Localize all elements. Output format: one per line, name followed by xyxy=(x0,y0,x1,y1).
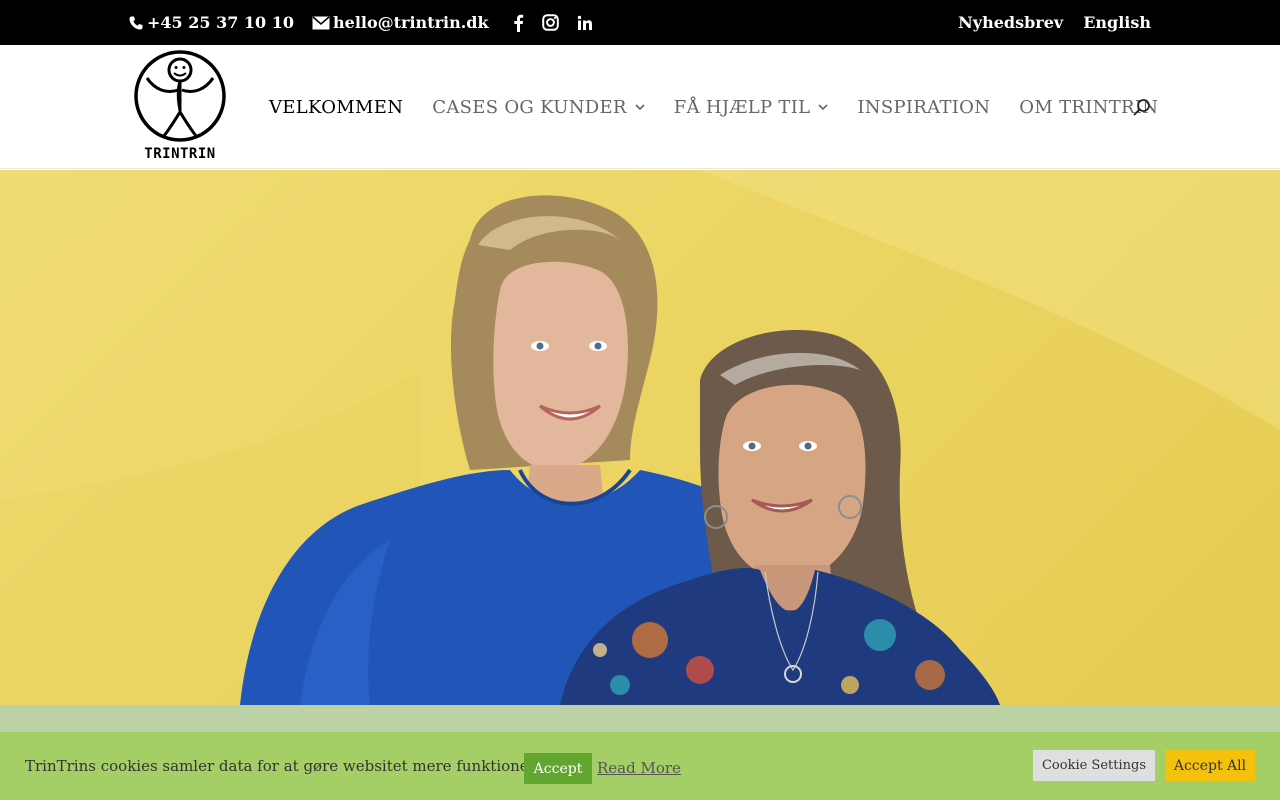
cookie-consent-bar: TrinTrins cookies samler data for at gør… xyxy=(0,732,1280,800)
phone-number: +45 25 37 10 10 xyxy=(147,13,295,32)
site-header: TRINTRIN VELKOMMEN CASES OG KUNDER FÅ HJ… xyxy=(0,45,1280,169)
contact-info: +45 25 37 10 10 hello@trintrin.dk xyxy=(128,0,593,45)
nav-item-cases-og-kunder[interactable]: CASES OG KUNDER xyxy=(432,97,645,118)
newsletter-link[interactable]: Nyhedsbrev xyxy=(958,13,1063,32)
top-bar-links: Nyhedsbrev English xyxy=(958,0,1151,45)
language-switch-link[interactable]: English xyxy=(1083,13,1151,32)
chevron-down-icon xyxy=(635,103,645,111)
top-bar: +45 25 37 10 10 hello@trintrin.dk Nyheds… xyxy=(0,0,1280,45)
content-strip xyxy=(0,705,1280,732)
stick-figure-logo-icon xyxy=(134,50,226,142)
hero-photo-illustration xyxy=(0,170,1280,705)
nav-item-label: CASES OG KUNDER xyxy=(432,96,627,118)
cookie-accept-all-button[interactable]: Accept All xyxy=(1165,750,1255,781)
cookie-read-more-link[interactable]: Read More xyxy=(597,732,681,800)
nav-item-label: FÅ HJÆLP TIL xyxy=(673,96,811,118)
nav-item-inspiration[interactable]: INSPIRATION xyxy=(857,97,990,118)
nav-item-velkommen[interactable]: VELKOMMEN xyxy=(269,97,403,118)
linkedin-icon[interactable] xyxy=(577,15,593,31)
cookie-message: TrinTrins cookies samler data for at gør… xyxy=(25,757,545,775)
main-navigation: VELKOMMEN CASES OG KUNDER FÅ HJÆLP TIL I… xyxy=(269,45,1187,169)
site-logo[interactable]: TRINTRIN xyxy=(133,50,227,164)
logo-wordmark: TRINTRIN xyxy=(144,146,216,162)
phone-icon xyxy=(129,16,143,29)
chevron-down-icon xyxy=(818,103,828,111)
envelope-icon xyxy=(312,15,330,29)
social-links xyxy=(513,14,593,32)
email-link[interactable]: hello@trintrin.dk xyxy=(312,13,489,32)
nav-item-label: INSPIRATION xyxy=(857,96,991,118)
nav-item-faa-hjaelp-til[interactable]: FÅ HJÆLP TIL xyxy=(674,97,829,118)
cookie-accept-button[interactable]: Accept xyxy=(524,753,592,784)
phone-link[interactable]: +45 25 37 10 10 xyxy=(128,13,294,32)
nav-item-label: VELKOMMEN xyxy=(269,96,404,118)
cookie-settings-button[interactable]: Cookie Settings xyxy=(1033,750,1155,781)
facebook-icon[interactable] xyxy=(513,14,524,32)
instagram-icon[interactable] xyxy=(541,14,559,31)
email-address: hello@trintrin.dk xyxy=(333,13,489,32)
hero-image xyxy=(0,170,1280,705)
search-icon[interactable] xyxy=(1132,98,1152,118)
